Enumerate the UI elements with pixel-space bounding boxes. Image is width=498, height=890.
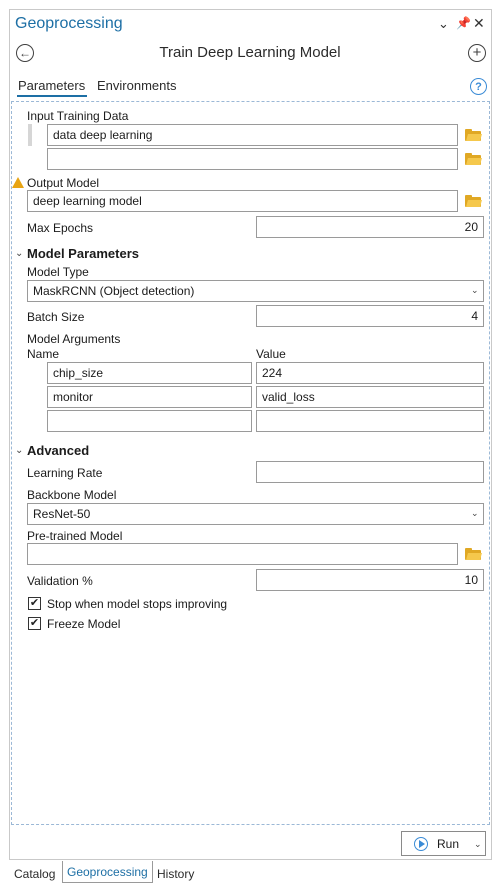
input-training-data-label: Input Training Data <box>27 109 129 123</box>
folder-icon[interactable] <box>465 195 482 207</box>
tool-title: Train Deep Learning Model <box>159 44 341 61</box>
argument-name-field[interactable] <box>47 410 252 432</box>
argument-name-field[interactable]: monitor <box>47 386 252 408</box>
back-icon: ← <box>19 46 31 60</box>
active-tab-indicator <box>17 95 87 97</box>
argument-value-field[interactable]: valid_loss <box>256 386 484 408</box>
pin-icon[interactable]: 📌 <box>456 16 471 30</box>
backbone-model-select[interactable]: ResNet-50 <box>27 503 484 525</box>
value-column-header: Value <box>256 347 286 361</box>
tab-parameters[interactable]: Parameters <box>18 78 85 93</box>
input-training-data-field-1[interactable]: data deep learning <box>47 124 458 146</box>
chevron-down-icon[interactable]: ⌄ <box>15 248 23 259</box>
chevron-down-icon[interactable]: ⌄ <box>438 17 449 31</box>
max-epochs-label: Max Epochs <box>27 221 94 235</box>
run-label: Run <box>437 837 460 851</box>
output-model-field[interactable]: deep learning model <box>27 190 458 212</box>
add-icon: + <box>472 44 482 61</box>
stop-when-improving-label[interactable]: Stop when model stops improving <box>47 597 227 611</box>
close-icon[interactable]: ✕ <box>473 16 485 30</box>
input-training-data-field-2[interactable] <box>47 148 458 170</box>
learning-rate-label: Learning Rate <box>27 466 103 480</box>
pane-title: Geoprocessing <box>15 15 123 32</box>
freeze-model-label[interactable]: Freeze Model <box>47 617 120 631</box>
run-button[interactable]: Run ⌄ <box>401 831 486 856</box>
name-column-header: Name <box>27 347 60 361</box>
model-type-value: MaskRCNN (Object detection) <box>33 284 195 298</box>
tab-catalog[interactable]: Catalog <box>14 866 55 884</box>
add-button[interactable]: + <box>468 44 486 62</box>
max-epochs-field[interactable]: 20 <box>256 216 484 238</box>
run-icon <box>414 837 428 851</box>
backbone-model-label: Backbone Model <box>27 488 117 502</box>
folder-icon[interactable] <box>465 129 482 141</box>
help-icon[interactable]: ? <box>470 78 487 95</box>
model-type-select[interactable]: MaskRCNN (Object detection) <box>27 280 484 302</box>
backbone-model-value: ResNet-50 <box>33 507 91 521</box>
folder-icon[interactable] <box>465 548 482 560</box>
argument-value-field[interactable]: 224 <box>256 362 484 384</box>
chevron-down-icon[interactable]: ⌄ <box>15 445 23 456</box>
batch-size-label: Batch Size <box>27 310 85 324</box>
tab-geoprocessing[interactable]: Geoprocessing <box>62 861 153 883</box>
argument-value-field[interactable] <box>256 410 484 432</box>
pretrained-model-label: Pre-trained Model <box>27 529 123 543</box>
warning-icon <box>12 177 24 188</box>
model-parameters-heading[interactable]: Model Parameters <box>27 246 139 261</box>
row-drag-handle[interactable] <box>28 124 32 146</box>
folder-icon[interactable] <box>465 153 482 165</box>
tab-history[interactable]: History <box>157 866 194 884</box>
learning-rate-field[interactable] <box>256 461 484 483</box>
output-model-label: Output Model <box>27 176 100 190</box>
chevron-down-icon[interactable]: ⌄ <box>474 839 482 850</box>
chevron-down-icon: ⌄ <box>471 508 479 518</box>
advanced-heading[interactable]: Advanced <box>27 443 89 458</box>
chevron-down-icon: ⌄ <box>471 285 479 295</box>
model-arguments-label: Model Arguments <box>27 332 121 346</box>
freeze-checkbox[interactable]: ✔ <box>28 617 41 630</box>
validation-label: Validation % <box>27 574 93 588</box>
back-button[interactable]: ← <box>16 44 34 62</box>
tab-environments[interactable]: Environments <box>97 78 176 93</box>
batch-size-field[interactable]: 4 <box>256 305 484 327</box>
pretrained-model-field[interactable] <box>27 543 458 565</box>
validation-field[interactable]: 10 <box>256 569 484 591</box>
argument-name-field[interactable]: chip_size <box>47 362 252 384</box>
stop-checkbox[interactable]: ✔ <box>28 597 41 610</box>
model-type-label: Model Type <box>27 265 89 279</box>
